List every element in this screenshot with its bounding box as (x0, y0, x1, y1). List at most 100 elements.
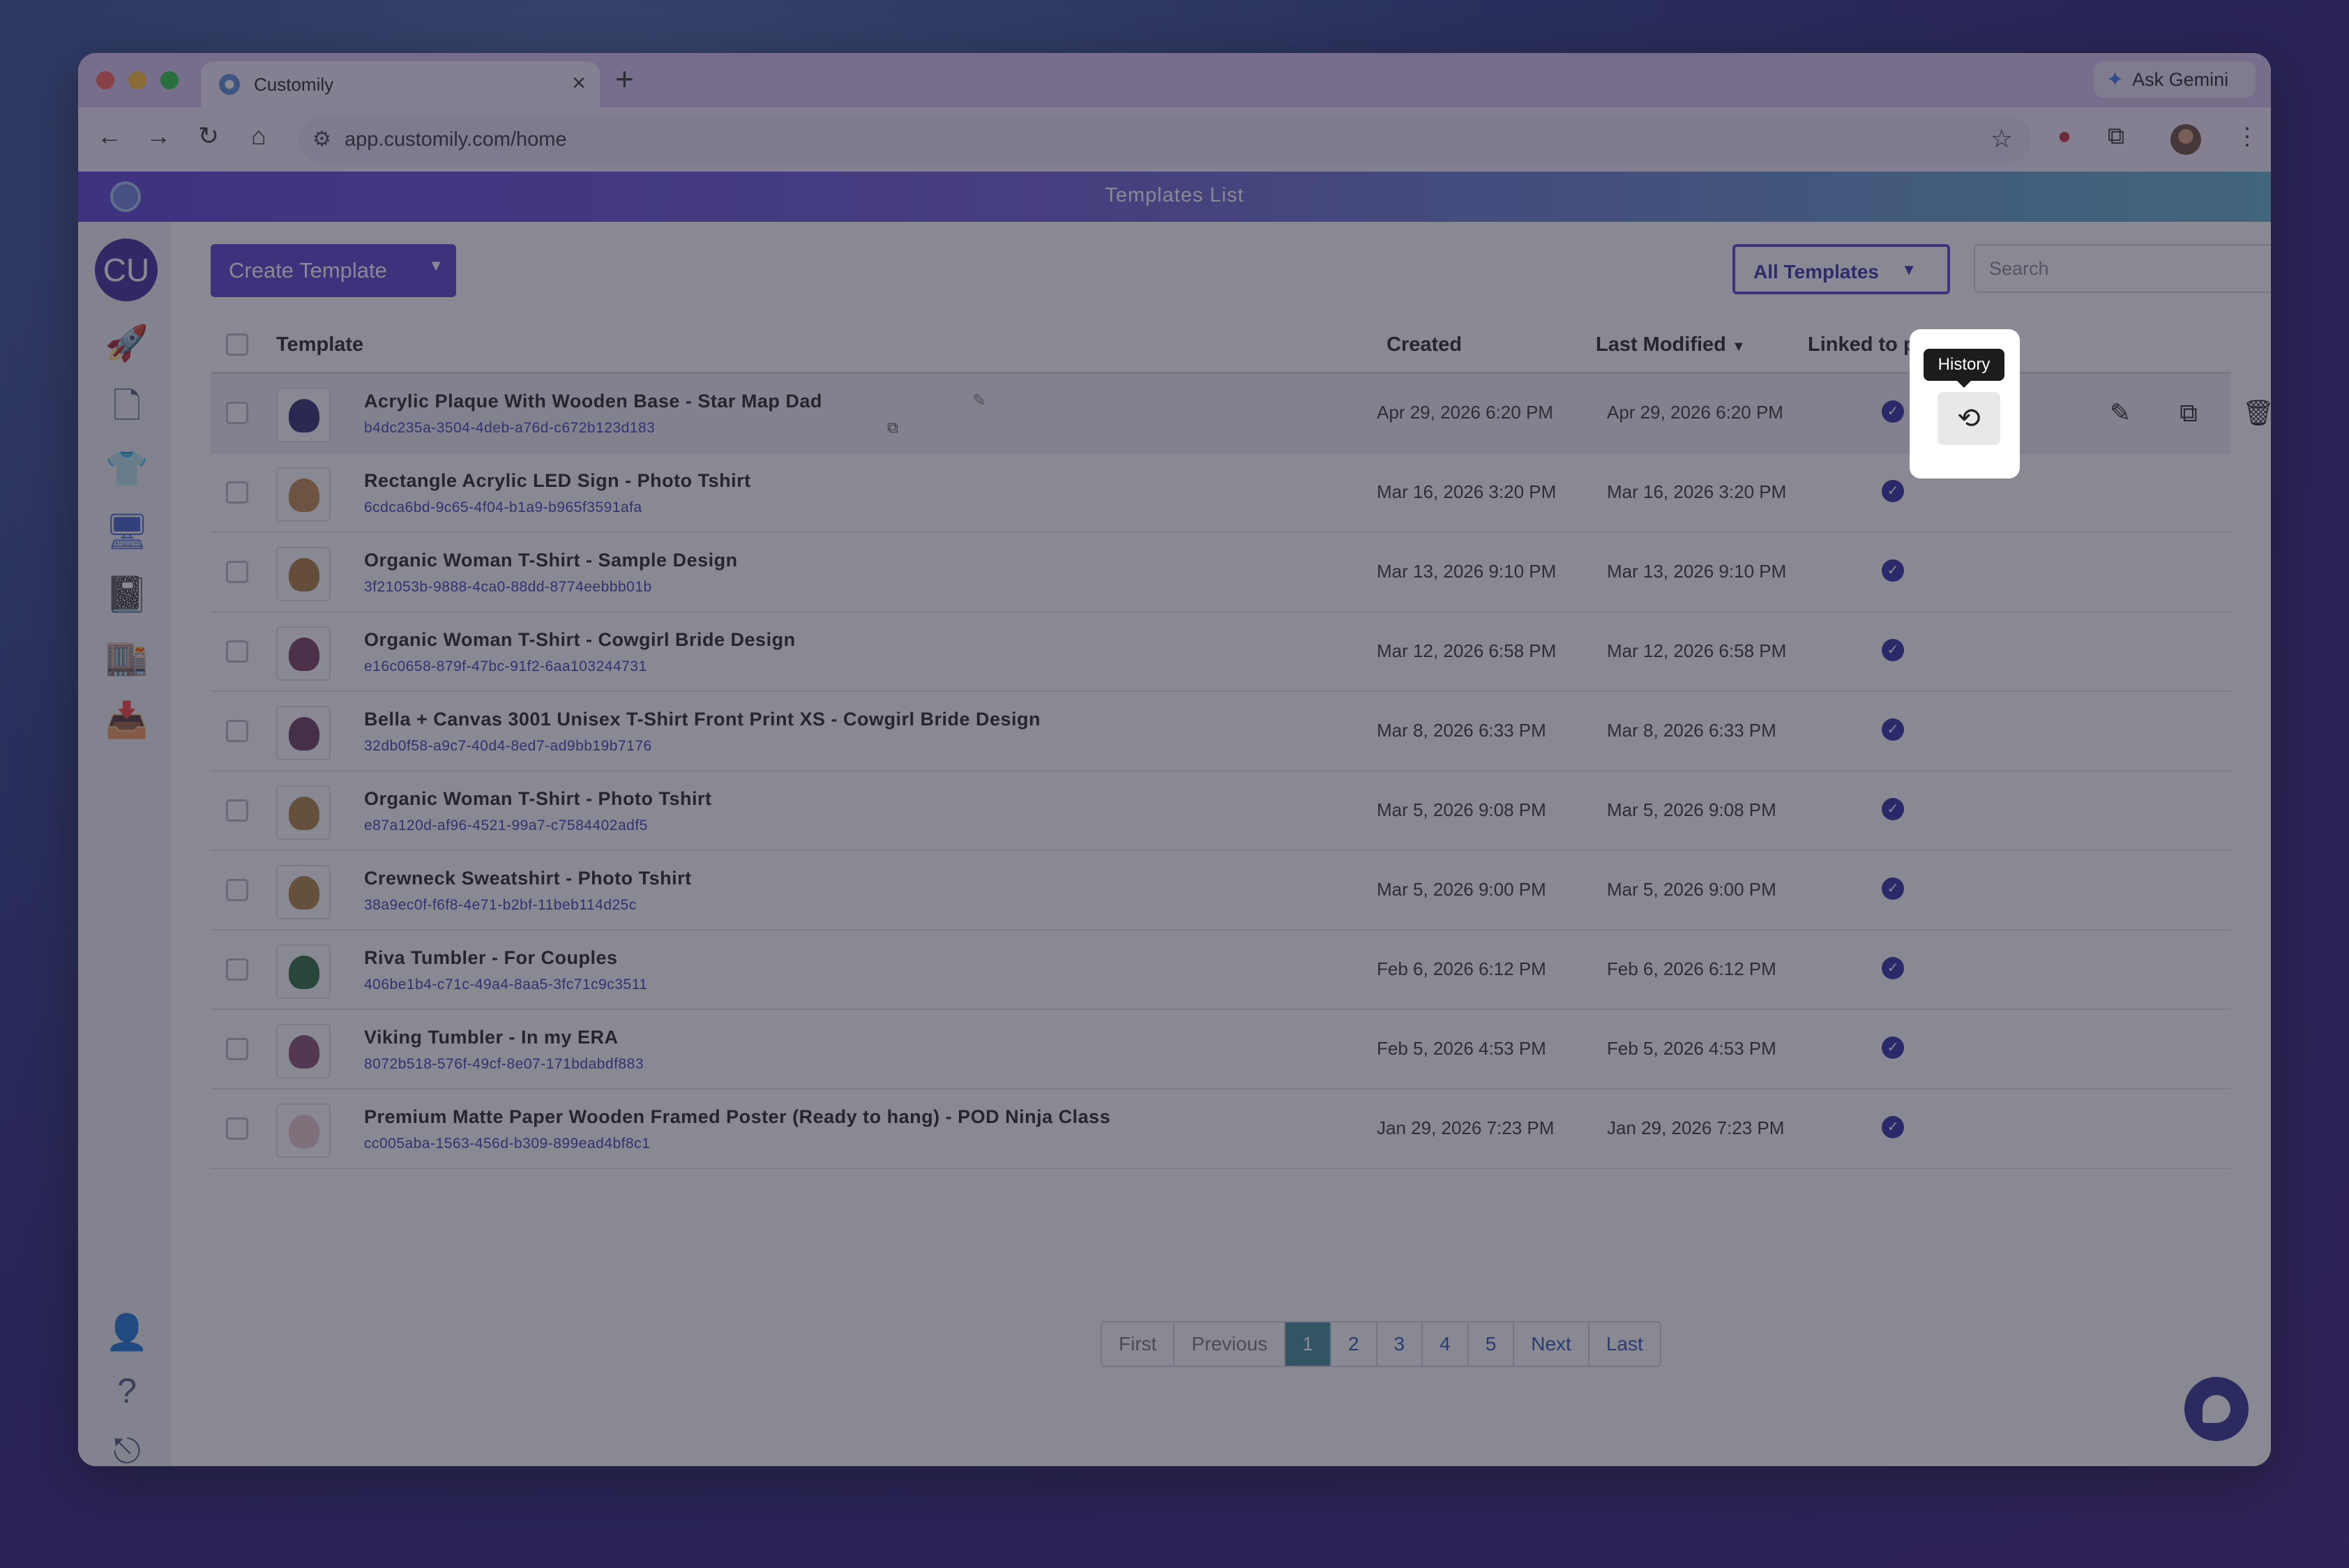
select-all-checkbox[interactable] (226, 333, 248, 356)
tshirt-icon[interactable]: 👕 (105, 446, 149, 491)
table-row[interactable]: Viking Tumbler - In my ERA 8072b518-576f… (211, 1010, 2230, 1090)
user-avatar[interactable]: CU (95, 239, 158, 301)
customily-app: Templates List CU 🚀 🗋 👕 🖥 📓 🏬 📥 👤 ? ⎋ Cr… (78, 172, 2271, 1466)
maximize-window-button[interactable] (160, 71, 179, 89)
header-created[interactable]: Created (1387, 333, 1462, 356)
ask-gemini-label: Ask Gemini (2132, 68, 2229, 90)
caret-down-icon[interactable]: ▼ (428, 257, 444, 275)
table-row[interactable]: Premium Matte Paper Wooden Framed Poster… (211, 1090, 2230, 1169)
page-button-next[interactable]: Next (1514, 1322, 1589, 1366)
browser-tab[interactable]: Customily × (201, 61, 600, 107)
reload-icon[interactable]: ↻ (191, 121, 226, 151)
modified-date: Feb 5, 2026 4:53 PM (1607, 1038, 1776, 1059)
back-arrow-icon[interactable]: ← (92, 121, 127, 151)
page-button-1[interactable]: 1 (1285, 1322, 1331, 1366)
create-template-button[interactable]: Create Template ▼ (211, 244, 456, 297)
template-name[interactable]: Organic Woman T-Shirt - Cowgirl Bride De… (364, 629, 796, 651)
close-window-button[interactable] (96, 71, 114, 89)
profile-avatar[interactable] (2170, 124, 2201, 155)
chat-support-button[interactable] (2184, 1377, 2249, 1441)
row-checkbox[interactable] (226, 402, 248, 424)
edit-pencil-icon[interactable]: ✎ (2099, 392, 2141, 434)
table-row[interactable]: Organic Woman T-Shirt - Cowgirl Bride De… (211, 612, 2230, 692)
template-filter-dropdown[interactable]: All Templates ▼ (1732, 244, 1950, 294)
template-id: 406be1b4-c71c-49a4-8aa5-3fc71c9c3511 (364, 977, 648, 993)
address-bar[interactable]: ⚙ app.customily.com/home ☆ (299, 116, 2031, 163)
search-input[interactable] (1974, 244, 2271, 293)
page-button-3[interactable]: 3 (1377, 1322, 1423, 1366)
minimize-window-button[interactable] (128, 71, 146, 89)
row-checkbox[interactable] (226, 1117, 248, 1140)
modified-date: Mar 5, 2026 9:00 PM (1607, 879, 1776, 900)
page-button-last[interactable]: Last (1589, 1322, 1660, 1366)
row-checkbox[interactable] (226, 720, 248, 742)
rocket-icon[interactable]: 🚀 (105, 321, 149, 365)
templates-monitor-icon[interactable]: 🖥 (105, 509, 149, 554)
row-checkbox[interactable] (226, 561, 248, 583)
template-name[interactable]: Organic Woman T-Shirt - Photo Tshirt (364, 788, 712, 810)
template-name[interactable]: Crewneck Sweatshirt - Photo Tshirt (364, 868, 692, 889)
bookmark-star-icon[interactable]: ☆ (1991, 124, 2013, 153)
created-date: Jan 29, 2026 7:23 PM (1377, 1117, 1555, 1138)
copy-id-icon[interactable]: ⧉ (887, 419, 898, 437)
tab-close-icon[interactable]: × (572, 70, 586, 97)
page-button-first[interactable]: First (1102, 1322, 1175, 1366)
row-checkbox[interactable] (226, 640, 248, 663)
home-icon[interactable]: ⌂ (241, 121, 276, 151)
table-row[interactable]: Riva Tumbler - For Couples 406be1b4-c71c… (211, 930, 2230, 1010)
store-icon[interactable]: 🏬 (105, 635, 149, 679)
template-name[interactable]: Viking Tumbler - In my ERA (364, 1027, 619, 1048)
table-row[interactable]: Organic Woman T-Shirt - Photo Tshirt e87… (211, 771, 2230, 851)
template-name[interactable]: Acrylic Plaque With Wooden Base - Star M… (364, 391, 822, 412)
delete-trash-icon[interactable]: 🗑 (2237, 392, 2271, 434)
help-icon[interactable]: ? (105, 1369, 149, 1413)
created-date: Apr 29, 2026 6:20 PM (1377, 402, 1553, 423)
row-checkbox[interactable] (226, 799, 248, 822)
table-row[interactable]: Bella + Canvas 3001 Unisex T-Shirt Front… (211, 692, 2230, 771)
row-checkbox[interactable] (226, 1038, 248, 1060)
pagination: First Previous 1 2 3 4 5 Next Last (1101, 1321, 1661, 1367)
modified-date: Apr 29, 2026 6:20 PM (1607, 402, 1783, 423)
thumbnail-art (289, 876, 319, 910)
row-checkbox[interactable] (226, 481, 248, 504)
table-row[interactable]: Organic Woman T-Shirt - Sample Design 3f… (211, 533, 2230, 612)
forward-arrow-icon[interactable]: → (141, 121, 176, 151)
book-icon[interactable]: 📓 (105, 572, 149, 617)
template-thumbnail (276, 865, 331, 919)
ask-gemini-button[interactable]: ✦ Ask Gemini (2094, 61, 2256, 98)
row-checkbox[interactable] (226, 879, 248, 901)
template-name[interactable]: Premium Matte Paper Wooden Framed Poster… (364, 1106, 1110, 1128)
linked-check-icon: ✓ (1882, 798, 1904, 820)
duplicate-icon[interactable]: ⧉ (2168, 392, 2210, 434)
template-name[interactable]: Organic Woman T-Shirt - Sample Design (364, 550, 738, 571)
header-last-modified[interactable]: Last Modified ▼ (1596, 333, 1746, 356)
page-button-5[interactable]: 5 (1468, 1322, 1515, 1366)
more-menu-icon[interactable]: ⋮ (2232, 123, 2263, 151)
site-settings-icon[interactable]: ⚙ (312, 127, 331, 151)
page-button-previous[interactable]: Previous (1174, 1322, 1286, 1366)
edit-name-pencil-icon[interactable]: ✎ (972, 391, 986, 411)
table-row[interactable]: Crewneck Sweatshirt - Photo Tshirt 38a9e… (211, 851, 2230, 930)
new-tab-icon[interactable]: + (615, 60, 634, 98)
page-button-2[interactable]: 2 (1331, 1322, 1377, 1366)
header-last-modified-label: Last Modified (1596, 333, 1726, 356)
table-row[interactable]: Rectangle Acrylic LED Sign - Photo Tshir… (211, 453, 2230, 533)
page-button-4[interactable]: 4 (1423, 1322, 1469, 1366)
puzzle-extensions-icon[interactable]: ⧉ (2101, 123, 2131, 150)
template-id: e87a120d-af96-4521-99a7-c7584402adf5 (364, 817, 648, 834)
logout-icon[interactable]: ⎋ (105, 1428, 149, 1466)
header-linked: Linked to product (1808, 333, 1979, 356)
template-name[interactable]: Bella + Canvas 3001 Unisex T-Shirt Front… (364, 709, 1041, 730)
template-id: b4dc235a-3504-4deb-a76d-c672b123d183 (364, 420, 656, 436)
inbox-icon[interactable]: 📥 (105, 698, 149, 742)
table-row[interactable]: Acrylic Plaque With Wooden Base - Star M… (211, 374, 2271, 453)
document-icon[interactable]: 🗋 (105, 384, 149, 428)
user-settings-icon[interactable]: 👤 (105, 1310, 149, 1355)
template-name[interactable]: Rectangle Acrylic LED Sign - Photo Tshir… (364, 470, 751, 492)
extension-icon[interactable]: ● (2049, 123, 2080, 150)
thumbnail-art (289, 638, 319, 671)
template-name[interactable]: Riva Tumbler - For Couples (364, 947, 618, 969)
row-checkbox[interactable] (226, 958, 248, 981)
created-date: Mar 8, 2026 6:33 PM (1377, 720, 1546, 741)
template-thumbnail (276, 706, 331, 760)
